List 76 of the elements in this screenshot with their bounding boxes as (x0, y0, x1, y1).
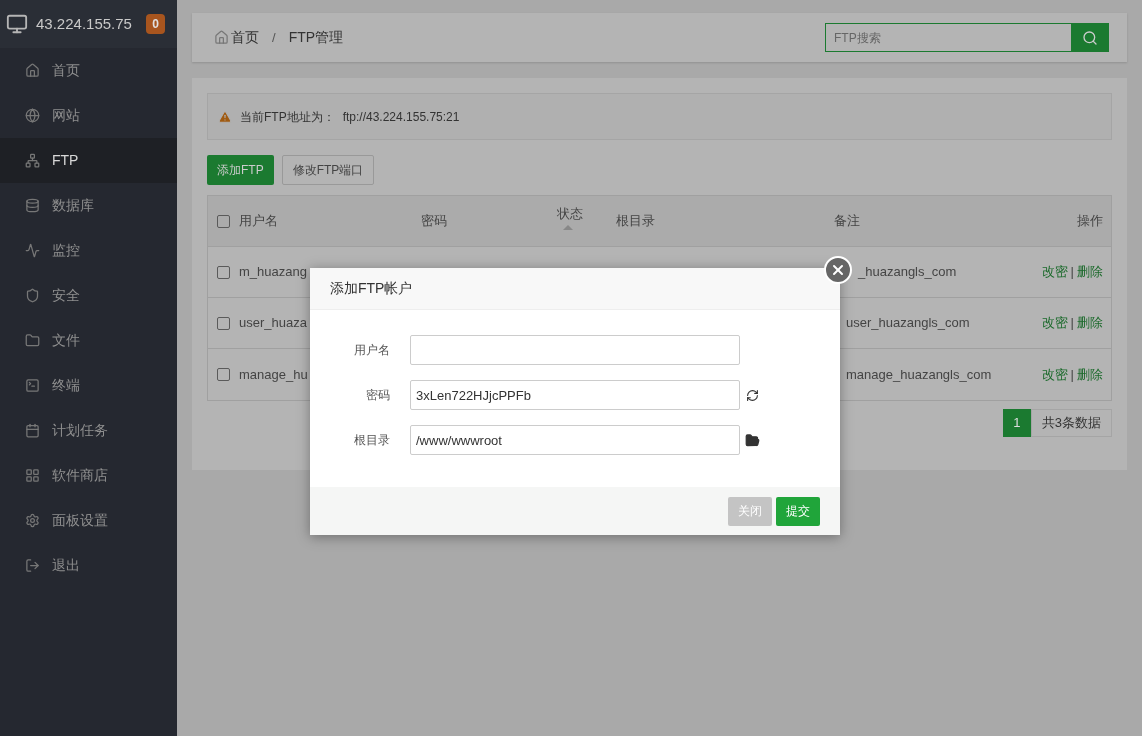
change-password-link[interactable]: 改密 (1041, 262, 1068, 282)
refresh-icon[interactable] (746, 388, 759, 402)
table-cell: m_huazang (239, 264, 307, 280)
column-header: 密码 (421, 212, 447, 231)
network-icon (25, 153, 40, 168)
server-address: 43.224.155.75 (36, 13, 133, 34)
sidebar-item[interactable]: 安全 (0, 273, 177, 318)
toolbar-button[interactable]: 修改FTP端口 (281, 155, 375, 185)
sidebar-item[interactable]: 监控 (0, 228, 177, 273)
chart-icon (25, 243, 40, 258)
table-cell: manage_huazangls_com (846, 366, 992, 382)
monitor-icon (6, 13, 28, 35)
column-header: 根目录 (616, 212, 655, 231)
submit-button[interactable]: 提交 (776, 496, 820, 526)
ftp-address: ftp://43.224.155.75:21 (342, 108, 460, 126)
alert-label: 当前FTP地址为： (240, 108, 335, 126)
column-header: 用户名 (239, 212, 278, 231)
action-separator: | (1070, 314, 1074, 333)
terminal-icon (25, 378, 40, 393)
home-icon (25, 63, 40, 78)
grid-icon (25, 468, 40, 483)
table-cell: _huazangls_com (858, 264, 957, 280)
delete-link[interactable]: 删除 (1077, 313, 1103, 333)
settings-icon (25, 513, 40, 528)
home-icon (214, 30, 229, 45)
sidebar-item[interactable]: 数据库 (0, 183, 177, 228)
delete-link[interactable]: 删除 (1077, 262, 1103, 282)
action-separator: | (1070, 263, 1074, 282)
folder-icon[interactable] (745, 432, 760, 448)
checkbox[interactable] (217, 265, 230, 279)
calendar-icon (25, 423, 40, 438)
field-label: 用户名 (353, 342, 391, 359)
input-field[interactable]: 3xLen722HJjcPPFb (410, 380, 740, 410)
sidebar-item[interactable]: 软件商店 (0, 453, 177, 498)
sidebar-item[interactable]: 文件 (0, 318, 177, 363)
checkbox[interactable] (217, 368, 230, 381)
breadcrumb-separator: / (272, 28, 276, 47)
sidebar-item[interactable]: FTP (0, 138, 177, 183)
page-button[interactable]: 1 (1002, 409, 1031, 437)
action-separator: | (1070, 365, 1074, 384)
database-icon (25, 198, 40, 213)
globe-icon (25, 108, 40, 123)
change-password-link[interactable]: 改密 (1041, 364, 1068, 385)
sidebar-item[interactable]: 计划任务 (0, 408, 177, 453)
table-cell: user_huaza (239, 315, 307, 331)
column-header[interactable]: 状态 (557, 203, 583, 224)
folder-icon (25, 333, 40, 348)
dialog-title: 添加FTP帐户 (330, 279, 413, 298)
breadcrumb-link[interactable]: FTP管理 (288, 27, 344, 48)
delete-link[interactable]: 删除 (1077, 364, 1103, 385)
field-label: 根目录 (353, 432, 391, 449)
column-header: 操作 (1077, 212, 1103, 231)
checkbox[interactable] (217, 316, 230, 330)
logout-icon (25, 558, 40, 573)
table-cell: manage_hu (239, 366, 308, 382)
checkbox[interactable] (217, 214, 230, 228)
input-field[interactable]: /www/wwwroot (410, 425, 740, 455)
close-icon (830, 262, 846, 278)
sidebar-item[interactable]: 首页 (0, 48, 177, 93)
sort-arrow-icon (563, 225, 573, 231)
total-count: 共3条数据 (1030, 409, 1112, 437)
field-label: 密码 (365, 387, 391, 404)
search-icon (1082, 29, 1098, 46)
sidebar-item[interactable]: 退出 (0, 543, 177, 588)
column-header: 备注 (834, 212, 860, 231)
count-badge: 0 (146, 14, 165, 34)
sidebar-item[interactable]: 面板设置 (0, 498, 177, 543)
sidebar-item[interactable]: 终端 (0, 363, 177, 408)
table-cell: user_huazangls_com (846, 315, 970, 331)
shield-icon (25, 288, 40, 303)
warning-icon (218, 109, 232, 124)
input-field[interactable] (410, 335, 740, 365)
sidebar-item[interactable]: 网站 (0, 93, 177, 138)
breadcrumb-link[interactable]: 首页 (231, 27, 259, 48)
change-password-link[interactable]: 改密 (1041, 313, 1068, 333)
toolbar-button[interactable]: 添加FTP (207, 155, 274, 185)
